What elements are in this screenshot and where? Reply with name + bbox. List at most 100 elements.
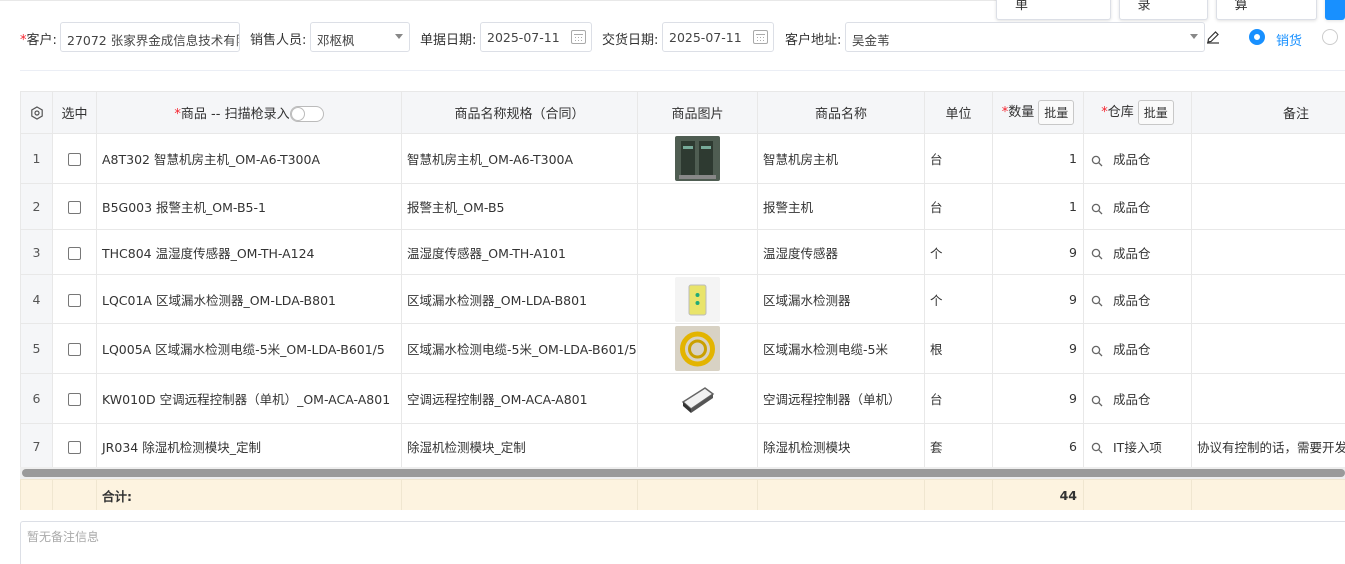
edit-pencil-icon[interactable] (1206, 30, 1220, 44)
qty-cell[interactable]: 6 (992, 423, 1084, 469)
remark-cell[interactable] (1191, 183, 1345, 230)
row-checkbox[interactable] (68, 343, 81, 356)
doc-date-picker[interactable]: 2025-07-11 (480, 22, 592, 52)
row-checkbox[interactable] (68, 246, 81, 260)
warehouse-cell[interactable]: 成品仓 (1083, 373, 1192, 424)
product-thumbnail[interactable] (643, 326, 752, 371)
product-cell[interactable]: KW010D 空调远程控制器（单机）_OM-ACA-A801 (96, 373, 402, 424)
search-icon[interactable] (1091, 345, 1103, 357)
primary-action-button[interactable] (1325, 0, 1345, 20)
warehouse-cell[interactable]: 成品仓 (1083, 133, 1192, 184)
address-select[interactable]: 吴金苇 (845, 22, 1205, 52)
table-row[interactable]: 1 A8T302 智慧机房主机_OM-A6-T300A 智慧机房主机_OM-A6-T… (20, 133, 1345, 184)
qty-cell[interactable]: 9 (992, 323, 1084, 374)
search-icon[interactable] (1091, 442, 1103, 454)
product-cell[interactable]: LQC01A 区域漏水检测器_OM-LDA-B801 (96, 274, 402, 324)
column-settings-cell[interactable] (20, 91, 53, 134)
name-cell: 区域漏水检测器 (757, 274, 925, 324)
qty-cell[interactable]: 1 (992, 183, 1084, 230)
header-qty: *数量 批量 (992, 91, 1084, 134)
product-image-cell (637, 229, 758, 275)
spec-cell[interactable]: 空调远程控制器_OM-ACA-A801 (401, 373, 638, 424)
row-checkbox[interactable] (68, 201, 81, 214)
remark-cell[interactable] (1191, 229, 1345, 275)
table-row[interactable]: 6 KW010D 空调远程控制器（单机）_OM-ACA-A801 空调远程控制器_O… (20, 373, 1345, 424)
spec-cell[interactable]: 区域漏水检测电缆-5米_OM-LDA-B601/5 (401, 323, 638, 374)
product-thumbnail[interactable] (643, 376, 752, 421)
header-warehouse: *仓库 批量 (1083, 91, 1192, 134)
row-select-cell (52, 423, 97, 469)
search-icon[interactable] (1091, 248, 1103, 260)
product-cell[interactable]: JR034 除湿机检测模块_定制 (96, 423, 402, 469)
spec-cell[interactable]: 除湿机检测模块_定制 (401, 423, 638, 469)
qty-cell[interactable]: 1 (992, 133, 1084, 184)
spec-cell[interactable]: 区域漏水检测器_OM-LDA-B801 (401, 274, 638, 324)
form-divider (20, 70, 1345, 71)
warehouse-value: 成品仓 (1113, 342, 1151, 357)
summary-table: 合计: 44 (20, 479, 1345, 510)
table-row[interactable]: 7 JR034 除湿机检测模块_定制 除湿机检测模块_定制 除湿机检测模块套 6 IT接入… (20, 423, 1345, 469)
customer-field[interactable]: 27072 张家界金成信息技术有限公司 (60, 22, 240, 52)
product-cell[interactable]: B5G003 报警主机_OM-B5-1 (96, 183, 402, 230)
scan-toggle-switch[interactable] (289, 106, 324, 123)
table-row[interactable]: 4 LQC01A 区域漏水检测器_OM-LDA-B801 区域漏水检测器_OM-LD… (20, 274, 1345, 324)
qty-cell[interactable]: 9 (992, 274, 1084, 324)
row-index: 4 (20, 274, 53, 324)
doc-date-value: 2025-07-11 (487, 30, 560, 45)
summary-empty-cell (637, 479, 758, 510)
table-header-row: 选中 *商品 -- 扫描枪录入 商品名称规格（合同） 商品图片 商品名称 单位 … (20, 91, 1345, 134)
warehouse-cell[interactable]: IT接入项 (1083, 423, 1192, 469)
product-cell[interactable]: LQ005A 区域漏水检测电缆-5米_OM-LDA-B601/5 (96, 323, 402, 374)
remark-cell[interactable] (1191, 274, 1345, 324)
remark-cell[interactable]: 协议有控制的话，需要开发 (1191, 423, 1345, 469)
scrollbar-thumb[interactable] (22, 469, 1345, 477)
header-product: *商品 -- 扫描枪录入 (96, 91, 402, 134)
qty-batch-button[interactable]: 批量 (1038, 100, 1075, 125)
table-row[interactable]: 2 B5G003 报警主机_OM-B5-1 报警主机_OM-B5 报警主机台 1 成品仓 (20, 183, 1345, 230)
search-icon[interactable] (1091, 295, 1103, 307)
product-thumbnail[interactable] (643, 276, 752, 322)
product-records-button[interactable]: 商品记录 (1118, 0, 1208, 20)
sales-radio[interactable] (1249, 29, 1265, 45)
unit-cell: 根 (924, 323, 993, 374)
spec-cell[interactable]: 温湿度传感器_OM-TH-A101 (401, 229, 638, 275)
warehouse-batch-button[interactable]: 批量 (1137, 100, 1174, 125)
warehouse-cell[interactable]: 成品仓 (1083, 323, 1192, 374)
row-checkbox[interactable] (68, 153, 81, 166)
warehouse-cell[interactable]: 成品仓 (1083, 183, 1192, 230)
remark-cell[interactable] (1191, 323, 1345, 374)
spec-cell[interactable]: 报警主机_OM-B5 (401, 183, 638, 230)
product-cell[interactable]: THC804 温湿度传感器_OM-TH-A124 (96, 229, 402, 275)
delivery-date-picker[interactable]: 2025-07-11 (662, 22, 774, 52)
product-thumbnail[interactable] (643, 136, 752, 181)
return-radio[interactable] (1322, 29, 1338, 45)
remark-cell[interactable] (1191, 133, 1345, 184)
warehouse-cell[interactable]: 成品仓 (1083, 229, 1192, 275)
search-icon[interactable] (1091, 395, 1103, 407)
table-row[interactable]: 5 LQ005A 区域漏水检测电缆-5米_OM-LDA-B601/5 区域漏水检测电… (20, 323, 1345, 374)
generate-receipt-button[interactable]: 生成预收款单 (996, 0, 1111, 20)
remark-textarea[interactable]: 暂无备注信息 (20, 521, 1345, 564)
qty-cell[interactable]: 9 (992, 229, 1084, 275)
sales-select[interactable]: 邓枢枫 (310, 22, 410, 52)
row-checkbox[interactable] (68, 440, 81, 454)
row-index: 6 (20, 373, 53, 424)
margin-calc-button[interactable]: 毛利率计算 (1215, 0, 1318, 20)
product-cell[interactable]: A8T302 智慧机房主机_OM-A6-T300A (96, 133, 402, 184)
qty-cell[interactable]: 9 (992, 373, 1084, 424)
horizontal-scrollbar[interactable] (20, 467, 1345, 479)
gear-icon[interactable] (30, 105, 44, 120)
table-row[interactable]: 3 THC804 温湿度传感器_OM-TH-A124 温湿度传感器_OM-TH-A1… (20, 229, 1345, 275)
row-checkbox[interactable] (68, 393, 81, 406)
spec-cell[interactable]: 智慧机房主机_OM-A6-T300A (401, 133, 638, 184)
search-icon[interactable] (1091, 203, 1103, 215)
remark-cell[interactable] (1191, 373, 1345, 424)
warehouse-value: 成品仓 (1113, 152, 1151, 167)
summary-container: 合计: 44 (20, 479, 1345, 510)
product-image-cell (637, 133, 758, 184)
search-icon[interactable] (1091, 155, 1103, 167)
summary-empty-cell (1083, 479, 1192, 510)
doc-date-label: 单据日期: (420, 33, 477, 48)
row-checkbox[interactable] (68, 293, 81, 307)
warehouse-cell[interactable]: 成品仓 (1083, 274, 1192, 324)
